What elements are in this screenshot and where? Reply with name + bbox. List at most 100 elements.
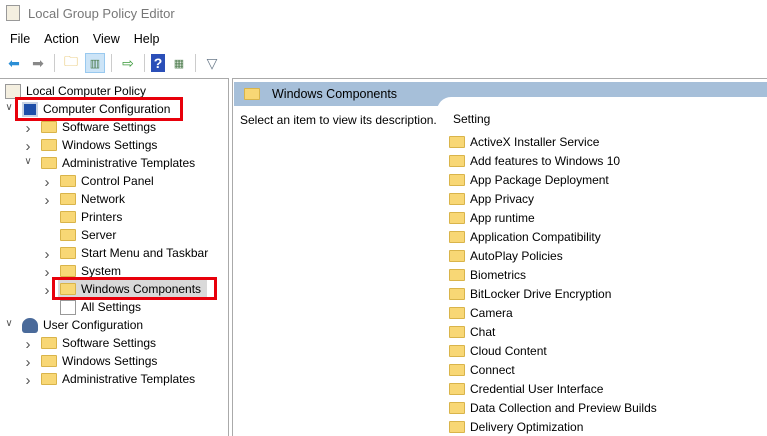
settings-list-item-label: Credential User Interface (470, 381, 604, 396)
tree-item[interactable]: User Configuration (22, 316, 143, 334)
folder-icon (449, 135, 465, 148)
folder-icon (60, 265, 76, 277)
folder-icon (449, 268, 465, 281)
filter-icon[interactable]: ▽ (202, 53, 222, 73)
settings-list-item[interactable]: Connect (449, 360, 657, 379)
folder-icon (449, 230, 465, 243)
tree-item[interactable]: Server (60, 226, 116, 244)
settings-list-item-label: Chat (470, 324, 496, 339)
menu-file[interactable]: File (3, 32, 37, 46)
settings-list-item-label: App Package Deployment (470, 172, 609, 187)
tree-item-label: Administrative Templates (62, 156, 196, 170)
menu-action[interactable]: Action (37, 32, 86, 46)
settings-list-item-label: AutoPlay Policies (470, 248, 563, 263)
toolbar-separator (111, 54, 112, 72)
chevron-right-icon[interactable]: › (23, 120, 33, 137)
settings-list-item[interactable]: BitLocker Drive Encryption (449, 284, 657, 303)
settings-list-item-label: Data Collection and Preview Builds (470, 400, 657, 415)
settings-list-item[interactable]: Biometrics (449, 265, 657, 284)
tree-item-label: Network (81, 192, 126, 206)
folder-icon (41, 337, 57, 349)
settings-list-item[interactable]: Credential User Interface (449, 379, 657, 398)
tree-item-label: Windows Settings (62, 354, 158, 368)
folder-icon (449, 211, 465, 224)
tree-item-label: Local Computer Policy (26, 84, 147, 98)
settings-list: ActiveX Installer Service Add features to… (449, 132, 657, 436)
folder-icon (60, 193, 76, 205)
show-action-pane-icon[interactable]: ▦ (169, 53, 189, 73)
window-title: Local Group Policy Editor (28, 5, 175, 21)
settings-list-item-label: BitLocker Drive Encryption (470, 286, 612, 301)
menu-help[interactable]: Help (127, 32, 167, 46)
chevron-right-icon[interactable]: › (23, 372, 33, 389)
folder-icon (449, 306, 465, 319)
tree-item[interactable]: Control Panel (60, 172, 154, 190)
tree-pane: Local Computer Policy Computer Configurat… (0, 78, 229, 436)
chevron-right-icon[interactable]: › (23, 354, 33, 371)
chevron-down-icon[interactable]: ∨ (23, 156, 33, 167)
folder-icon (244, 88, 260, 100)
folder-icon (60, 175, 76, 187)
tree-item[interactable]: Administrative Templates (41, 154, 195, 172)
chevron-right-icon[interactable]: › (42, 174, 52, 191)
folder-icon (449, 173, 465, 186)
folder-icon (449, 344, 465, 357)
tree-item-label: Administrative Templates (62, 372, 196, 386)
folder-icon (60, 211, 76, 223)
column-header-setting[interactable]: Setting (453, 112, 490, 126)
toolbar: ⬅ ➡ 🗀 ▥ ⇨ ? ▦ ▽ (0, 51, 222, 75)
settings-list-item[interactable]: App Package Deployment (449, 170, 657, 189)
up-folder-icon[interactable]: 🗀 (61, 53, 81, 73)
chevron-right-icon[interactable]: › (23, 138, 33, 155)
chevron-down-icon[interactable]: ∨ (4, 318, 14, 329)
tree-item[interactable]: Windows Settings (41, 136, 157, 154)
tree-item[interactable]: Printers (60, 208, 122, 226)
chevron-down-icon[interactable]: ∨ (4, 102, 14, 113)
folder-icon (449, 401, 465, 414)
settings-list-item-label: Camera (470, 305, 513, 320)
toolbar-separator (195, 54, 196, 72)
pane-header-title: Windows Components (272, 87, 398, 101)
settings-list-item-label: Add features to Windows 10 (470, 153, 621, 168)
settings-list-item[interactable]: Chat (449, 322, 657, 341)
tree-item[interactable]: Windows Settings (41, 352, 157, 370)
settings-list-item[interactable]: Add features to Windows 10 (449, 151, 657, 170)
settings-list-item[interactable]: App Privacy (449, 189, 657, 208)
folder-icon (41, 121, 57, 133)
settings-list-item[interactable]: ActiveX Installer Service (449, 132, 657, 151)
back-arrow-icon[interactable]: ⬅ (4, 53, 24, 73)
chevron-right-icon[interactable]: › (42, 264, 52, 281)
tree-item[interactable]: Software Settings (41, 118, 156, 136)
tree-item[interactable]: Start Menu and Taskbar (60, 244, 208, 262)
chevron-right-icon[interactable]: › (42, 246, 52, 263)
tree-item-label: Server (81, 228, 117, 242)
settings-list-item[interactable]: AutoPlay Policies (449, 246, 657, 265)
settings-list-item[interactable]: Application Compatibility (449, 227, 657, 246)
chevron-right-icon[interactable]: › (23, 336, 33, 353)
settings-list-item[interactable]: App runtime (449, 208, 657, 227)
tree-item[interactable]: All Settings (60, 298, 141, 316)
settings-list-item[interactable]: Delivery Optimization (449, 417, 657, 436)
settings-list-item[interactable]: Data Collection and Preview Builds (449, 398, 657, 417)
forward-arrow-icon[interactable]: ➡ (28, 53, 48, 73)
chevron-right-icon[interactable]: › (42, 192, 52, 209)
tree-item[interactable]: Administrative Templates (41, 370, 195, 388)
tree-item-label: Software Settings (62, 336, 157, 350)
settings-list-item-label: Biometrics (470, 267, 527, 282)
folder-icon (449, 154, 465, 167)
menu-bar: File Action View Help (0, 29, 167, 49)
menu-view[interactable]: View (86, 32, 127, 46)
help-icon[interactable]: ? (151, 54, 165, 72)
settings-list-item-label: ActiveX Installer Service (470, 134, 600, 149)
folder-icon (449, 363, 465, 376)
settings-list-item[interactable]: Camera (449, 303, 657, 322)
tree-item[interactable]: Network (60, 190, 125, 208)
folder-icon (41, 373, 57, 385)
settings-list-item[interactable]: Cloud Content (449, 341, 657, 360)
folder-icon (60, 229, 76, 241)
chevron-right-icon[interactable]: › (42, 282, 52, 299)
tree-item[interactable]: Software Settings (41, 334, 156, 352)
details-pane: Windows Components Select an item to vie… (232, 78, 767, 436)
export-list-icon[interactable]: ⇨ (118, 53, 138, 73)
show-hide-tree-icon[interactable]: ▥ (85, 53, 105, 73)
